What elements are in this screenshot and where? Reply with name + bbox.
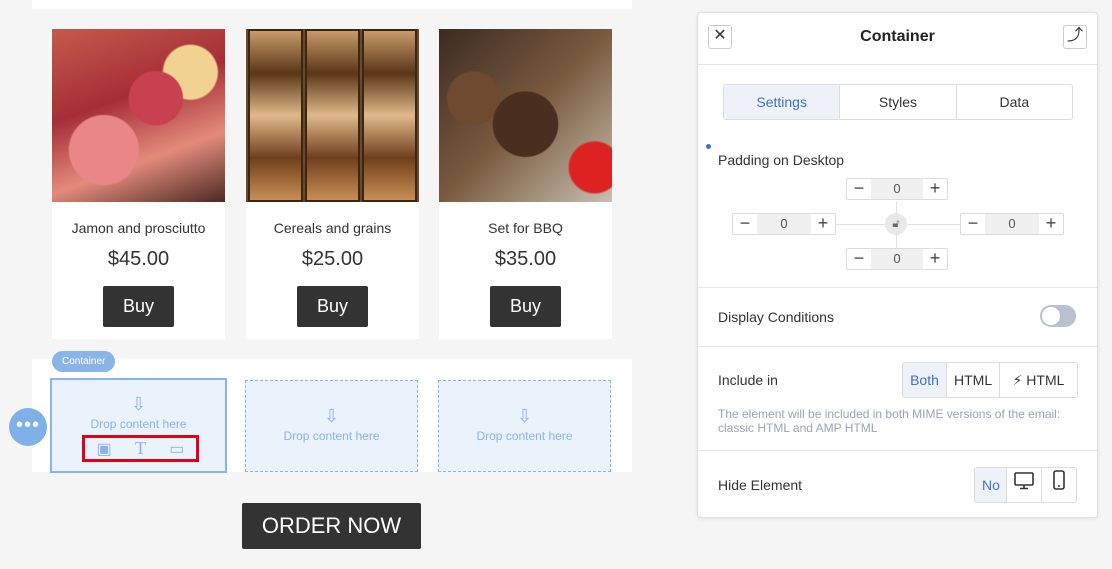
include-in-label: Include in (718, 372, 778, 388)
product-name: Jamon and prosciutto (71, 220, 206, 236)
display-conditions-toggle[interactable] (1040, 305, 1076, 327)
product-card[interactable]: Set for BBQ $35.00 Buy (439, 29, 612, 339)
order-now-button[interactable]: ORDER NOW (242, 503, 421, 549)
product-card[interactable]: Cereals and grains $25.00 Buy (246, 29, 419, 339)
product-card[interactable]: Jamon and prosciutto $45.00 Buy (52, 29, 225, 339)
include-amp-option[interactable]: ⚡︎ HTML (1000, 363, 1077, 397)
product-image-cereals (246, 29, 419, 202)
container-badge[interactable]: Container (52, 351, 116, 372)
plus-icon[interactable]: + (1039, 214, 1063, 234)
padding-left-stepper: − 0 + (732, 213, 836, 235)
padding-top-stepper: − 0 + (846, 178, 948, 200)
section-divider (698, 450, 1097, 451)
hide-element-selector: No (974, 467, 1077, 503)
include-both-option[interactable]: Both (903, 363, 947, 397)
product-name: Cereals and grains (273, 220, 392, 236)
buy-button[interactable]: Buy (103, 286, 174, 327)
drop-text: Drop content here (283, 429, 380, 443)
product-image-jamon (52, 29, 225, 202)
include-amp-label: HTML (1026, 372, 1065, 388)
settings-panel: ✕ Container ⤴ Settings Styles Data Paddi… (697, 12, 1098, 518)
padding-right-input[interactable]: 0 (985, 214, 1039, 234)
drop-download-icon: ⇩ (323, 406, 340, 426)
drop-download-icon: ⇩ (130, 394, 147, 414)
drop-zone[interactable]: ⇩ Drop content here (245, 380, 418, 472)
desktop-icon[interactable] (1007, 468, 1042, 502)
include-in-selector: Both HTML ⚡︎ HTML (902, 362, 1078, 398)
panel-tabs: Settings Styles Data (723, 84, 1073, 120)
lightning-icon: ⚡︎ (1012, 372, 1023, 388)
plus-icon[interactable]: + (923, 249, 947, 269)
padding-bottom-stepper: − 0 + (846, 248, 948, 270)
mobile-icon[interactable] (1042, 468, 1076, 502)
product-price: $25.00 (301, 248, 364, 270)
text-block-icon[interactable]: T (135, 438, 146, 459)
panel-header: ✕ Container ⤴ (698, 13, 1097, 65)
display-conditions-label: Display Conditions (718, 309, 834, 325)
padding-left-input[interactable]: 0 (757, 214, 811, 234)
minus-icon[interactable]: − (847, 249, 871, 269)
drop-text: Drop content here (476, 429, 573, 443)
plus-icon[interactable]: + (811, 214, 835, 234)
product-image-bbq (439, 29, 612, 202)
minus-icon[interactable]: − (961, 214, 985, 234)
hide-no-option[interactable]: No (975, 468, 1007, 502)
hide-element-label: Hide Element (718, 477, 803, 493)
more-options-button[interactable]: ••• (9, 408, 47, 446)
modified-indicator (706, 144, 711, 149)
undock-icon[interactable]: ⤴ (1063, 25, 1087, 49)
padding-top-input[interactable]: 0 (871, 179, 923, 199)
lock-icon[interactable]: 🔓︎ (885, 213, 907, 235)
section-divider (698, 287, 1097, 288)
include-html-option[interactable]: HTML (947, 363, 1000, 397)
close-icon[interactable]: ✕ (708, 25, 732, 49)
plus-icon[interactable]: + (923, 179, 947, 199)
padding-right-stepper: − 0 + (960, 213, 1064, 235)
drop-download-icon: ⇩ (516, 406, 533, 426)
block-toolbox: ▣ T ▭ (82, 435, 199, 462)
padding-bottom-input[interactable]: 0 (871, 249, 923, 269)
product-name: Set for BBQ (488, 220, 563, 236)
minus-icon[interactable]: − (847, 179, 871, 199)
padding-label: Padding on Desktop (718, 152, 845, 168)
image-block-icon[interactable]: ▣ (97, 439, 112, 459)
toggle-knob (1042, 307, 1060, 325)
button-block-icon[interactable]: ▭ (169, 439, 184, 459)
drop-zone[interactable]: ⇩ Drop content here (438, 380, 611, 472)
product-price: $45.00 (107, 248, 170, 270)
email-canvas: Jamon and prosciutto $45.00 Buy Cereals … (32, 0, 632, 569)
product-row: Jamon and prosciutto $45.00 Buy Cereals … (32, 9, 632, 349)
tab-data[interactable]: Data (957, 85, 1072, 119)
canvas-top-strip (32, 0, 632, 9)
drop-text: Drop content here (90, 417, 187, 431)
minus-icon[interactable]: − (733, 214, 757, 234)
panel-title: Container (860, 28, 935, 45)
tab-settings[interactable]: Settings (724, 85, 841, 119)
section-divider (698, 346, 1097, 347)
include-in-hint: The element will be included in both MIM… (718, 407, 1061, 435)
buy-button[interactable]: Buy (490, 286, 561, 327)
tab-styles[interactable]: Styles (840, 85, 957, 119)
buy-button[interactable]: Buy (297, 286, 368, 327)
product-price: $35.00 (494, 248, 557, 270)
